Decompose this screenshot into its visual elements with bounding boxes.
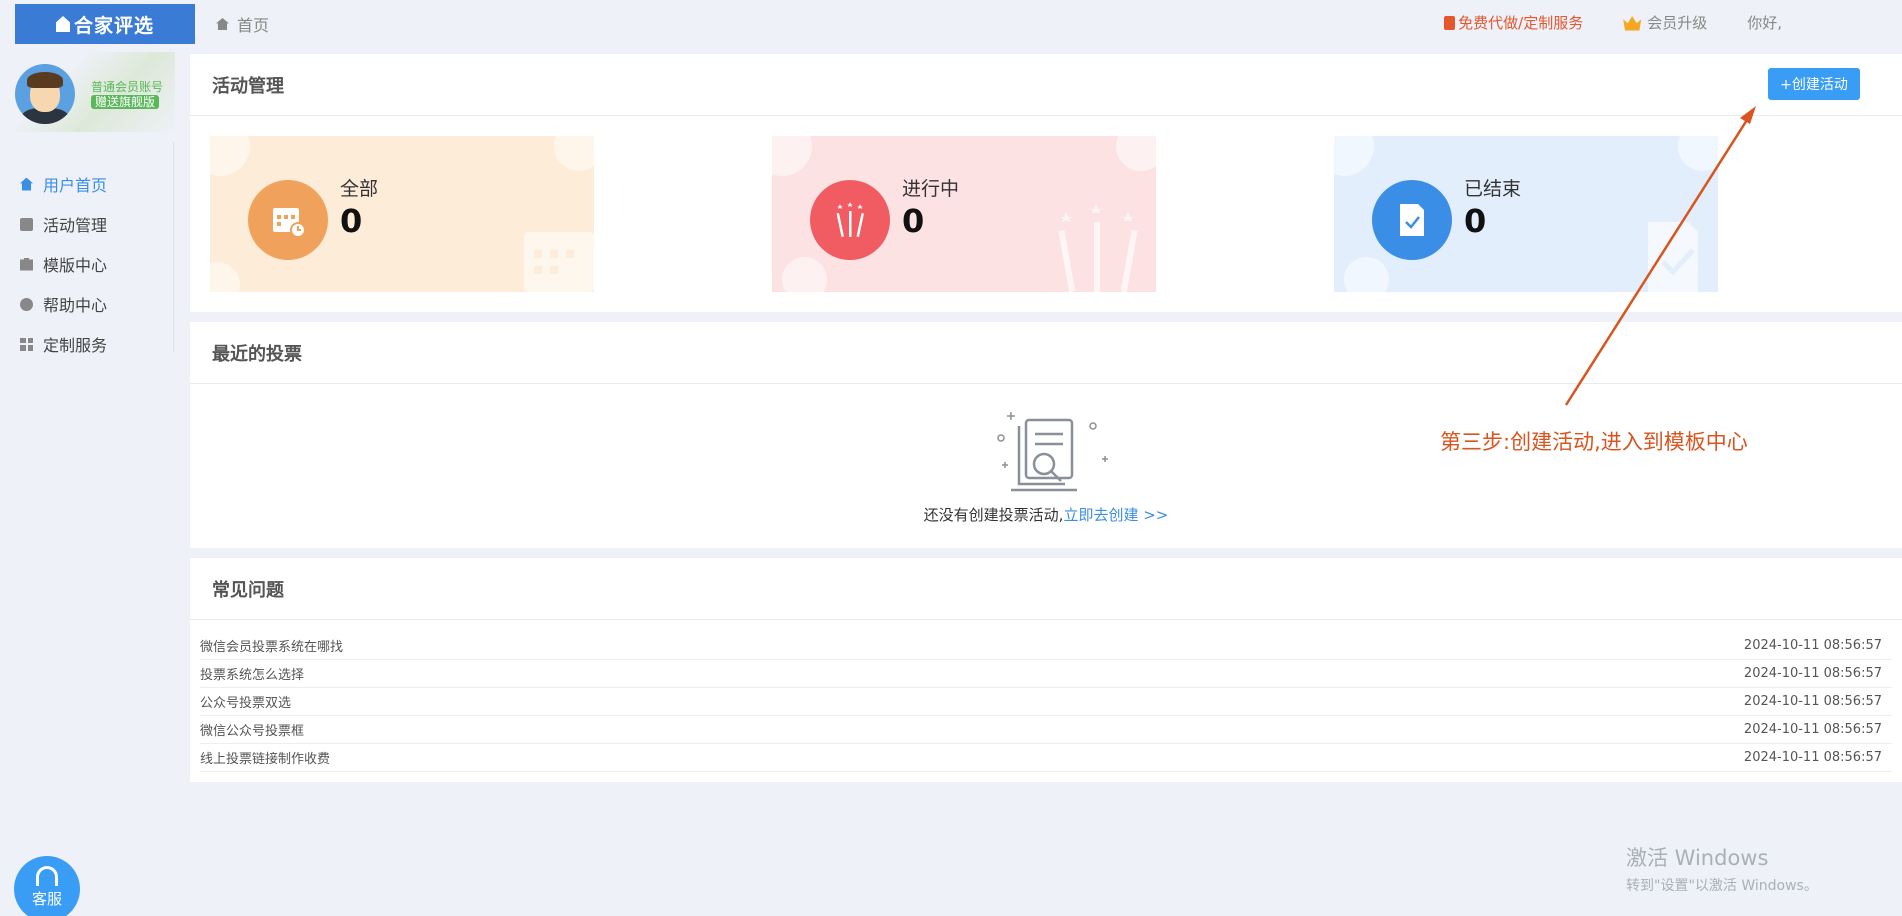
faq-question[interactable]: 线上投票链接制作收费: [200, 748, 330, 767]
stat-count: 0: [340, 202, 363, 240]
help-icon: [20, 297, 33, 311]
profile-card: 普通会员账号 赠送旗舰版: [15, 52, 175, 132]
sidebar-item-label: 用户首页: [43, 176, 108, 195]
annotation-text: 第三步:创建活动,进入到模板中心: [1440, 430, 1748, 454]
vip-upgrade-label: 会员升级: [1647, 14, 1708, 32]
faq-panel: 常见问题 微信会员投票系统在哪找 2024-10-11 08:56:57 投票系统…: [190, 558, 1902, 782]
activity-panel: 活动管理 +创建活动 全部 0 进行中 0 已结束 0: [190, 54, 1902, 312]
faq-question[interactable]: 公众号投票双选: [200, 692, 291, 711]
logo-mark-icon: [55, 16, 70, 32]
list-item[interactable]: 微信公众号投票框 2024-10-11 08:56:57: [200, 716, 1892, 744]
faq-question[interactable]: 投票系统怎么选择: [200, 664, 304, 683]
empty-message: 还没有创建投票活动,立即去创建 >>: [190, 504, 1902, 525]
faq-date: 2024-10-11 08:56:57: [1743, 638, 1882, 653]
template-icon: [20, 257, 33, 271]
create-now-link[interactable]: 立即去创建 >>: [1063, 506, 1168, 524]
free-service-label: 免费代做/定制服务: [1458, 14, 1584, 32]
faq-date: 2024-10-11 08:56:57: [1743, 666, 1882, 681]
empty-document-icon: [997, 412, 1108, 492]
faq-date: 2024-10-11 08:56:57: [1743, 694, 1882, 709]
vip-upgrade-link[interactable]: 会员升级: [1623, 12, 1707, 33]
home-icon: [216, 18, 229, 30]
list-item[interactable]: 线上投票链接制作收费 2024-10-11 08:56:57: [200, 744, 1892, 772]
breadcrumb-home[interactable]: 首页: [237, 12, 269, 36]
account-type: 普通会员账号: [91, 80, 164, 94]
home-icon: [20, 177, 33, 191]
sidebar-item-custom[interactable]: 定制服务: [0, 324, 175, 364]
top-bar: 合家评选 首页 免费代做/定制服务 会员升级 你好,: [0, 0, 1902, 44]
crown-icon: [1623, 16, 1642, 31]
calendar-icon: [248, 180, 328, 260]
stat-label: 已结束: [1464, 178, 1522, 200]
sidebar-item-label: 定制服务: [43, 336, 108, 355]
faq-question[interactable]: 微信会员投票系统在哪找: [200, 636, 343, 655]
windows-activation-watermark: 激活 Windows 转到"设置"以激活 Windows。: [1626, 842, 1818, 895]
service-label: 客服: [31, 890, 62, 908]
top-right-links: 免费代做/定制服务 会员升级 你好,: [1444, 12, 1782, 33]
list-item[interactable]: 公众号投票双选 2024-10-11 08:56:57: [200, 688, 1892, 716]
sidebar-item-activity[interactable]: 活动管理: [0, 204, 175, 244]
stat-label: 进行中: [902, 178, 960, 200]
faq-question[interactable]: 微信公众号投票框: [200, 720, 304, 739]
panel-title: 最近的投票: [190, 322, 1902, 384]
stat-card-ongoing[interactable]: 进行中 0: [772, 136, 1156, 292]
clipboard-icon: [20, 217, 33, 231]
create-activity-button[interactable]: +创建活动: [1768, 68, 1860, 100]
stat-count: 0: [902, 202, 925, 240]
sidebar-item-label: 活动管理: [43, 216, 108, 235]
panel-title: 活动管理: [190, 54, 1902, 116]
sidebar-item-templates[interactable]: 模版中心: [0, 244, 175, 284]
list-item[interactable]: 微信会员投票系统在哪找 2024-10-11 08:56:57: [200, 632, 1892, 660]
empty-text: 还没有创建投票活动,: [923, 506, 1064, 524]
sidebar-item-help[interactable]: 帮助中心: [0, 284, 175, 324]
sidebar-item-label: 模版中心: [43, 256, 108, 275]
grid-icon: [20, 337, 33, 351]
fireworks-icon: [810, 180, 890, 260]
sidebar-nav: 用户首页 活动管理 模版中心 帮助中心 定制服务: [0, 164, 175, 364]
check-doc-watermark-icon: [1648, 222, 1698, 292]
free-service-link[interactable]: 免费代做/定制服务: [1444, 12, 1583, 33]
logo-text: 合家评选: [73, 14, 154, 37]
check-doc-icon: [1372, 180, 1452, 260]
stat-label: 全部: [340, 178, 379, 200]
faq-date: 2024-10-11 08:56:57: [1743, 750, 1882, 765]
stat-count: 0: [1464, 202, 1487, 240]
edition-badge: 赠送旗舰版: [91, 95, 160, 109]
calendar-watermark-icon: [524, 232, 594, 292]
sidebar-item-label: 帮助中心: [43, 296, 108, 315]
customer-service-button[interactable]: 客服: [14, 856, 80, 916]
list-item[interactable]: 投票系统怎么选择 2024-10-11 08:56:57: [200, 660, 1892, 688]
panel-title: 常见问题: [190, 558, 1902, 620]
fireworks-watermark-icon: [1058, 204, 1138, 292]
watermark-line2: 转到"设置"以激活 Windows。: [1626, 878, 1818, 894]
avatar[interactable]: [15, 64, 75, 124]
sidebar-item-home[interactable]: 用户首页: [0, 164, 175, 204]
clipboard-icon: [1444, 15, 1456, 30]
logo[interactable]: 合家评选: [15, 4, 195, 44]
watermark-line1: 激活 Windows: [1626, 846, 1769, 870]
sidebar: 普通会员账号 赠送旗舰版 用户首页 活动管理 模版中心 帮助中心 定制服务: [0, 44, 175, 916]
user-greeting[interactable]: 你好,: [1747, 12, 1782, 33]
headset-icon: [36, 866, 58, 886]
stat-card-finished[interactable]: 已结束 0: [1334, 136, 1718, 292]
stat-card-all[interactable]: 全部 0: [210, 136, 594, 292]
breadcrumb[interactable]: 首页: [216, 12, 269, 36]
faq-list: 微信会员投票系统在哪找 2024-10-11 08:56:57 投票系统怎么选择 2…: [200, 632, 1892, 772]
faq-date: 2024-10-11 08:56:57: [1743, 722, 1882, 737]
profile-info: 普通会员账号 赠送旗舰版: [91, 80, 163, 109]
